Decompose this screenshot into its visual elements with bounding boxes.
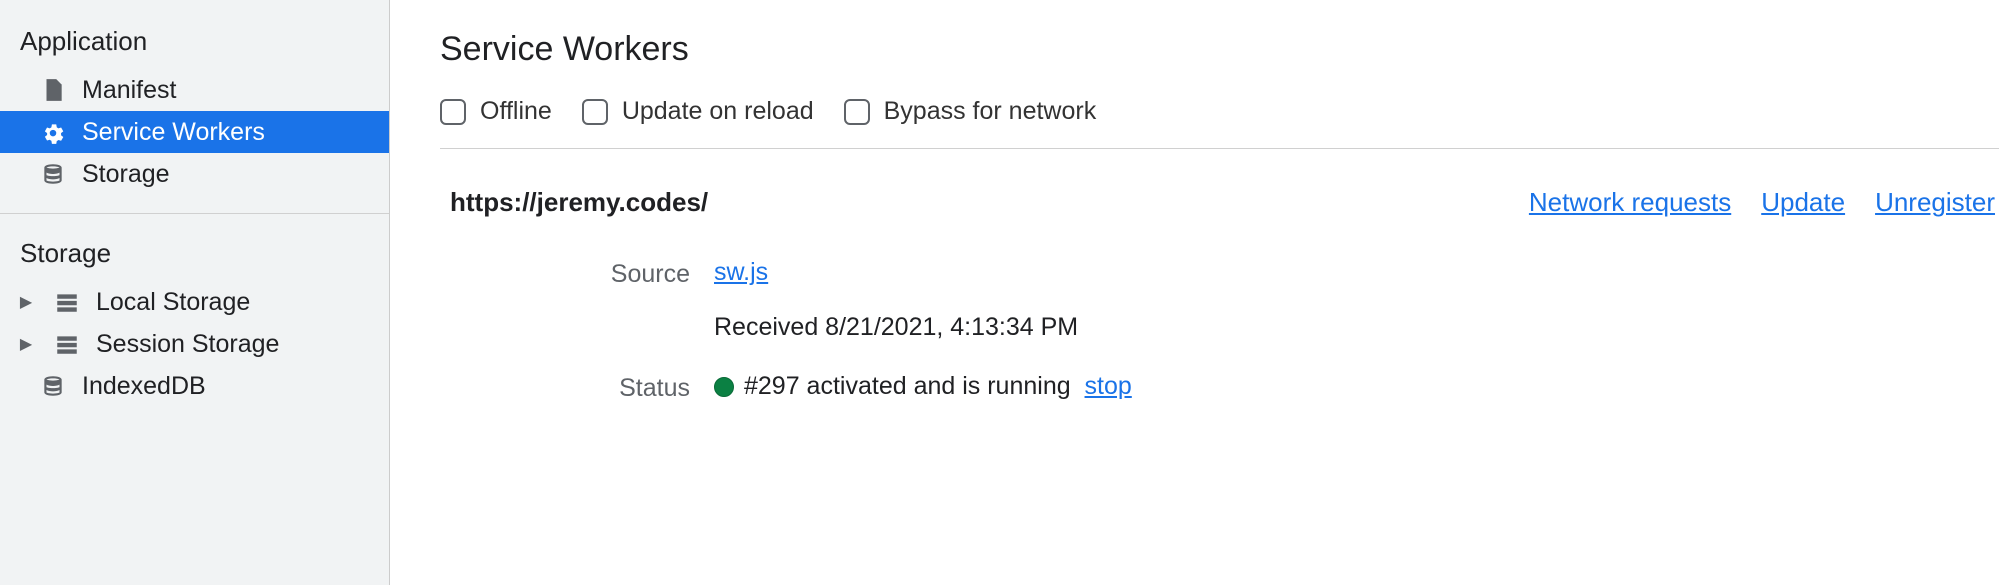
checkbox-label: Bypass for network xyxy=(884,97,1097,126)
checkbox-box-icon xyxy=(440,99,466,125)
network-requests-link[interactable]: Network requests xyxy=(1529,187,1731,218)
sidebar-divider xyxy=(0,213,389,214)
options-row: Offline Update on reload Bypass for netw… xyxy=(440,97,1999,149)
checkbox-box-icon xyxy=(844,99,870,125)
sidebar: Application Manifest Service Workers Sto… xyxy=(0,0,390,585)
checkbox-label: Update on reload xyxy=(622,97,814,126)
checkbox-box-icon xyxy=(582,99,608,125)
unregister-link[interactable]: Unregister xyxy=(1875,187,1995,218)
expand-arrow-icon[interactable]: ▶ xyxy=(18,294,34,310)
sidebar-item-label: Storage xyxy=(82,160,170,189)
sidebar-item-service-workers[interactable]: Service Workers xyxy=(0,111,389,153)
page-title: Service Workers xyxy=(440,30,1999,69)
sidebar-item-label: Local Storage xyxy=(96,288,250,317)
offline-checkbox[interactable]: Offline xyxy=(440,97,552,126)
sw-details: Source sw.js Received 8/21/2021, 4:13:34… xyxy=(440,258,1999,403)
source-file-link[interactable]: sw.js xyxy=(714,258,768,286)
status-dot-icon xyxy=(714,377,734,397)
sidebar-item-label: Session Storage xyxy=(96,330,279,359)
update-link[interactable]: Update xyxy=(1761,187,1845,218)
source-label: Source xyxy=(440,258,690,289)
database-icon xyxy=(38,159,68,189)
expand-arrow-icon[interactable]: ▶ xyxy=(18,336,34,352)
received-timestamp: Received 8/21/2021, 4:13:34 PM xyxy=(714,313,1999,342)
sidebar-item-label: IndexedDB xyxy=(82,372,206,401)
grid-icon xyxy=(52,287,82,317)
bypass-for-network-checkbox[interactable]: Bypass for network xyxy=(844,97,1097,126)
sidebar-item-label: Service Workers xyxy=(82,118,265,147)
section-heading-storage: Storage xyxy=(0,230,389,281)
update-on-reload-checkbox[interactable]: Update on reload xyxy=(582,97,814,126)
grid-icon xyxy=(52,329,82,359)
status-value: #297 activated and is running stop xyxy=(714,372,1999,401)
sidebar-item-indexeddb[interactable]: IndexedDB xyxy=(0,365,389,407)
sw-origin: https://jeremy.codes/ xyxy=(440,187,708,218)
main-panel: Service Workers Offline Update on reload… xyxy=(390,0,1999,585)
stop-link[interactable]: stop xyxy=(1085,372,1132,400)
status-label: Status xyxy=(440,372,690,403)
checkbox-label: Offline xyxy=(480,97,552,126)
source-value: sw.js Received 8/21/2021, 4:13:34 PM xyxy=(714,258,1999,342)
sidebar-item-local-storage[interactable]: ▶ Local Storage xyxy=(0,281,389,323)
sidebar-item-label: Manifest xyxy=(82,76,176,105)
sw-actions: Network requests Update Unregister xyxy=(1529,187,1995,218)
database-icon xyxy=(38,371,68,401)
sidebar-item-session-storage[interactable]: ▶ Session Storage xyxy=(0,323,389,365)
gear-icon xyxy=(38,117,68,147)
section-heading-application: Application xyxy=(0,18,389,69)
sw-header: https://jeremy.codes/ Network requests U… xyxy=(440,187,1999,218)
sidebar-item-manifest[interactable]: Manifest xyxy=(0,69,389,111)
service-worker-block: https://jeremy.codes/ Network requests U… xyxy=(440,149,1999,403)
status-text: #297 activated and is running xyxy=(744,372,1071,400)
file-icon xyxy=(38,75,68,105)
sidebar-item-storage[interactable]: Storage xyxy=(0,153,389,195)
